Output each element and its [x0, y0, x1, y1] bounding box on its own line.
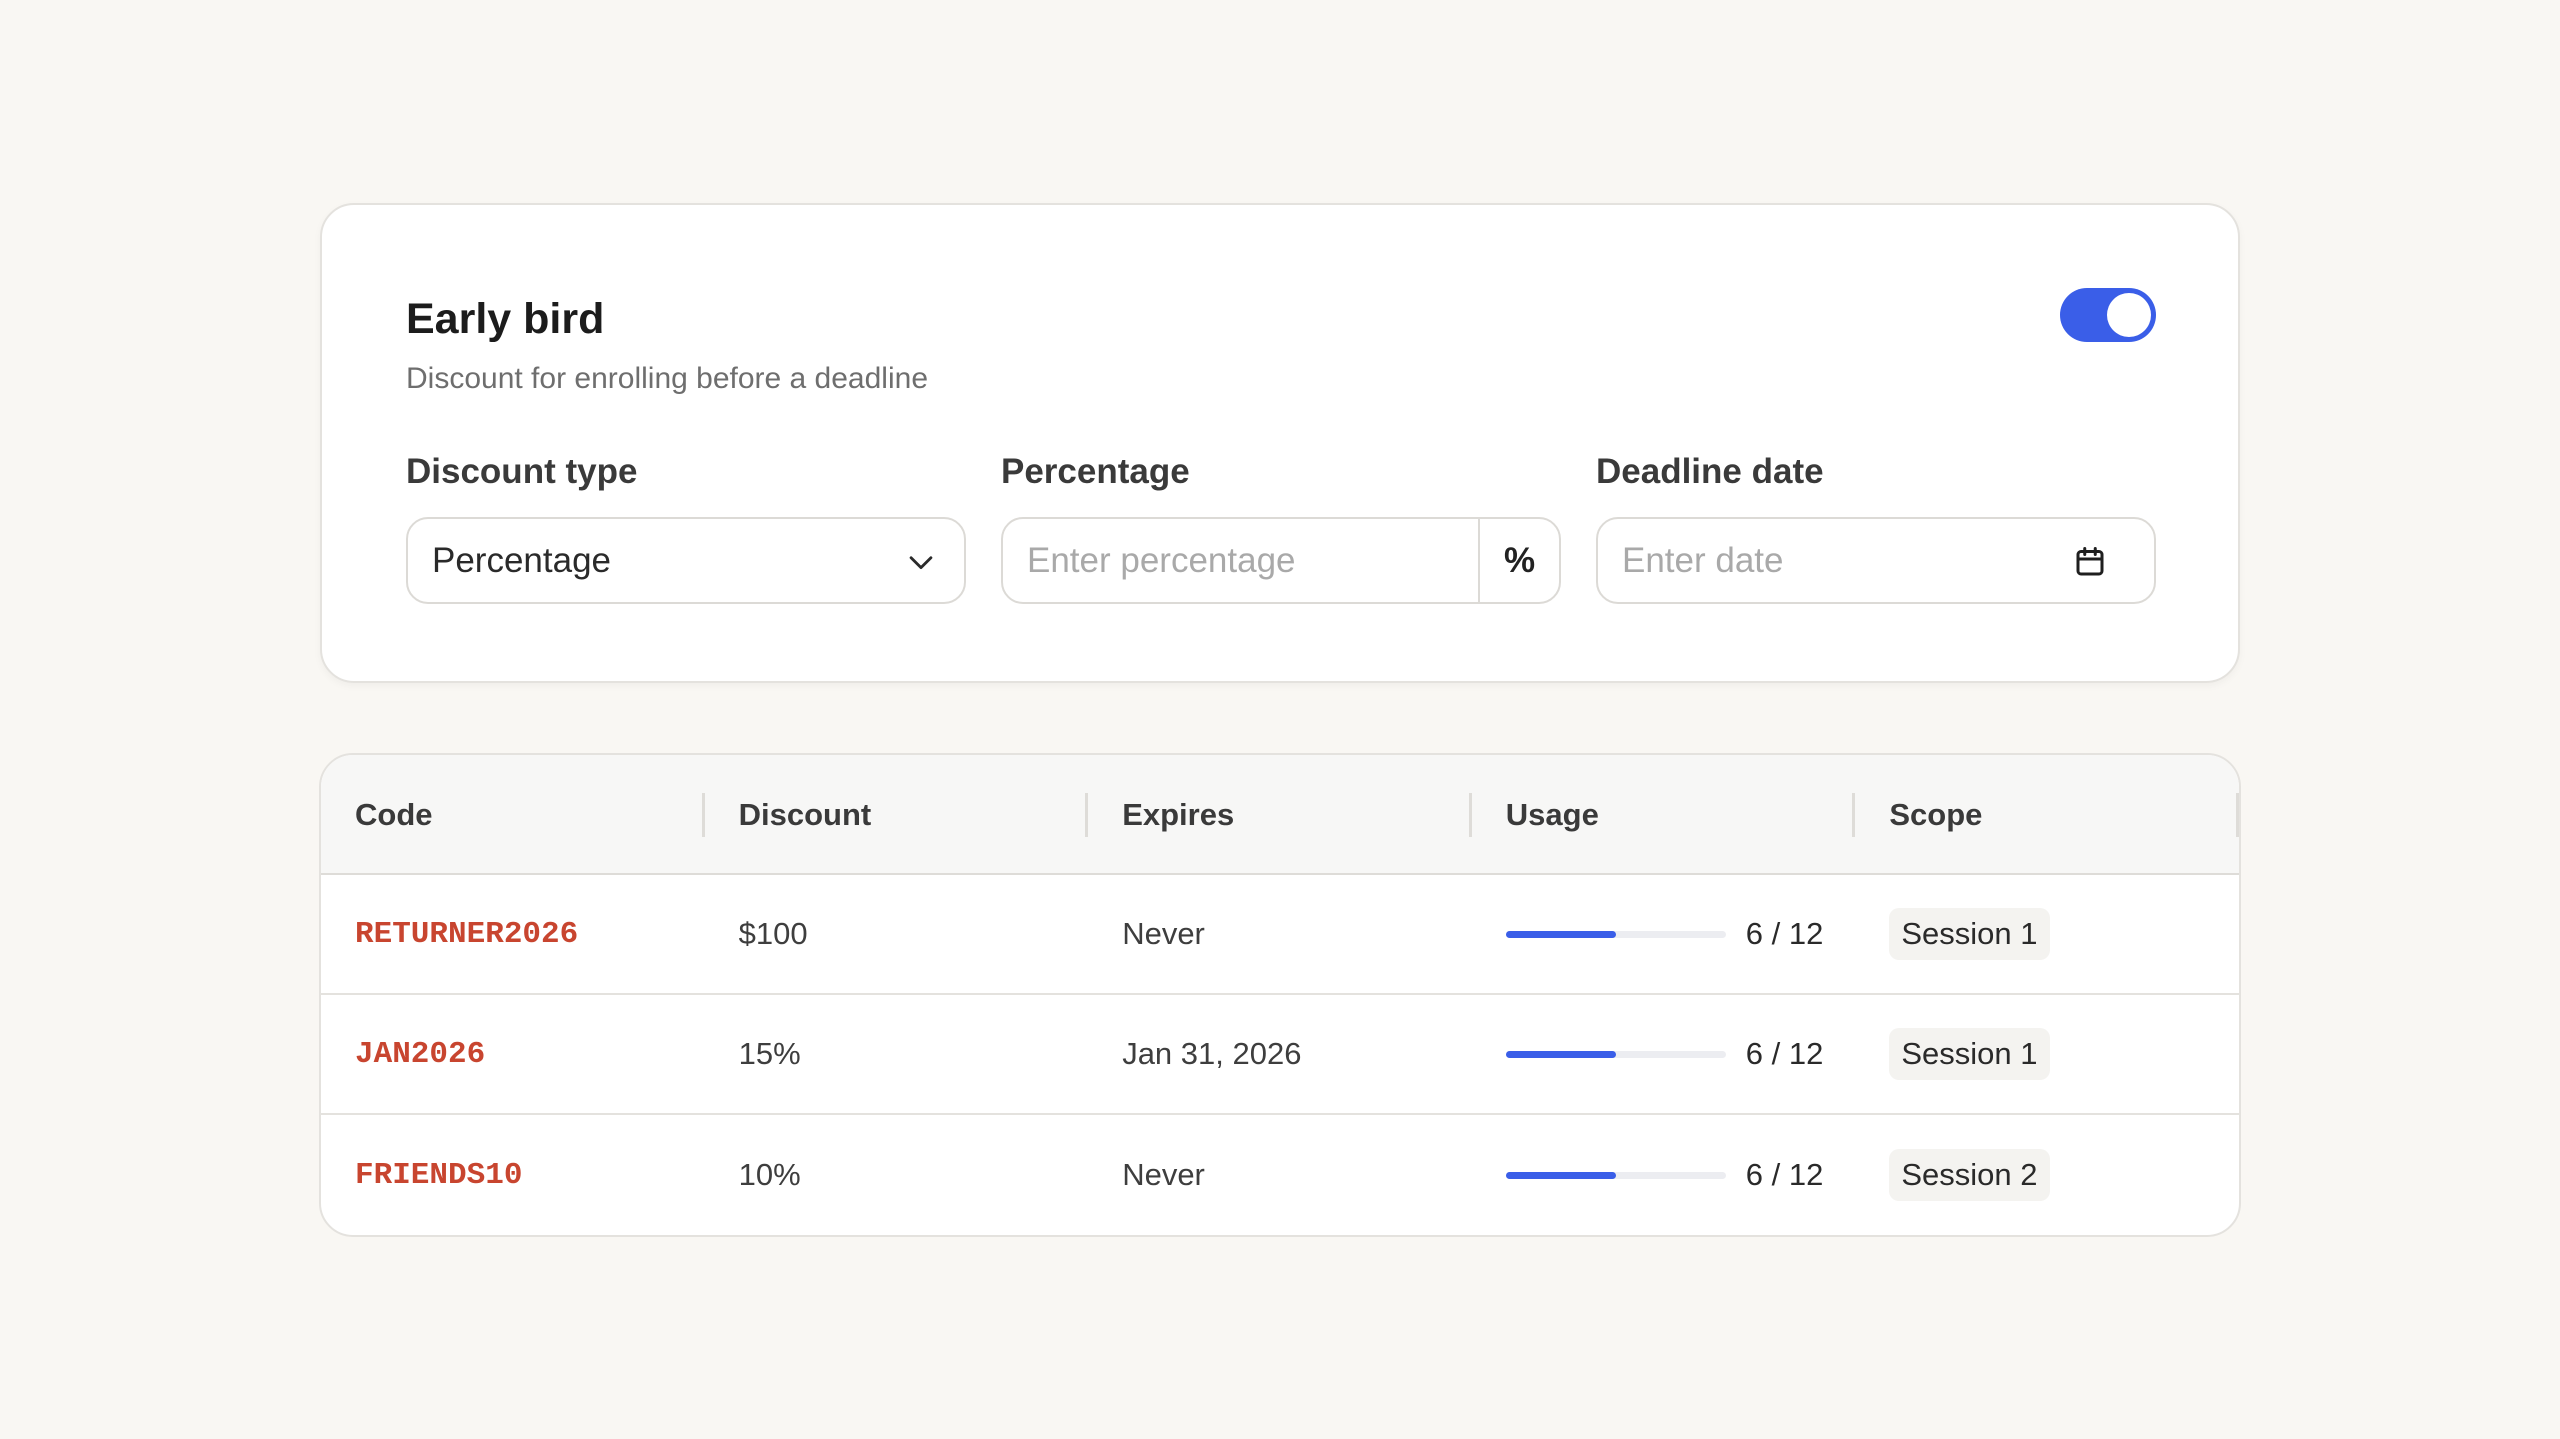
scope-badge: Session 1 — [1889, 1028, 2050, 1080]
table-row[interactable]: FRIENDS10 10% Never 6 / 12 Session 2 — [321, 1115, 2239, 1235]
expires-cell: Jan 31, 2026 — [1122, 1036, 1302, 1071]
usage-count: 6 / 12 — [1745, 1036, 1824, 1071]
discount-type-select[interactable]: Percentage — [406, 517, 966, 604]
column-header-usage[interactable]: Usage — [1472, 755, 1856, 875]
column-header-discount[interactable]: Discount — [705, 755, 1089, 875]
card-subtitle: Discount for enrolling before a deadline — [406, 362, 928, 395]
column-header-code[interactable]: Code — [321, 755, 705, 875]
table-row[interactable]: RETURNER2026 $100 Never 6 / 12 Session 1 — [321, 875, 2239, 995]
column-header-label: Code — [355, 797, 433, 832]
discount-codes-table: Code Discount Expires Usage Scope RETURN… — [319, 753, 2241, 1237]
code-cell: RETURNER2026 — [355, 916, 579, 952]
table-row[interactable]: JAN2026 15% Jan 31, 2026 6 / 12 Session … — [321, 995, 2239, 1115]
usage-progress-fill — [1505, 1050, 1616, 1058]
usage-progress-bar — [1505, 930, 1726, 938]
code-cell: JAN2026 — [355, 1036, 486, 1072]
scope-badge: Session 2 — [1889, 1149, 2050, 1201]
percentage-label: Percentage — [1001, 452, 1190, 491]
discount-cell: $100 — [738, 916, 808, 951]
usage-progress-bar — [1505, 1171, 1726, 1179]
deadline-date-box — [1596, 517, 2156, 604]
discount-cell: 10% — [738, 1157, 801, 1192]
chevron-down-icon — [909, 556, 933, 570]
column-header-label: Expires — [1122, 797, 1235, 832]
deadline-date-label: Deadline date — [1596, 452, 1824, 491]
percentage-input-group: % — [1001, 517, 1561, 604]
usage-count: 6 / 12 — [1745, 1157, 1824, 1192]
column-header-scope[interactable]: Scope — [1855, 755, 2239, 875]
column-header-label: Usage — [1505, 797, 1599, 832]
column-header-label: Scope — [1889, 797, 1983, 832]
table-header: Code Discount Expires Usage Scope — [321, 755, 2239, 875]
expires-cell: Never — [1122, 1157, 1205, 1192]
column-header-expires[interactable]: Expires — [1088, 755, 1472, 875]
percentage-field: Percentage % — [1001, 449, 1561, 604]
card-title: Early bird — [406, 295, 605, 343]
usage-progress-fill — [1505, 930, 1616, 938]
discount-type-field: Discount type Percentage — [406, 449, 966, 604]
usage-progress-fill — [1505, 1171, 1616, 1179]
toggle-knob — [2107, 293, 2151, 337]
discount-cell: 15% — [738, 1036, 801, 1071]
usage-count: 6 / 12 — [1745, 916, 1824, 951]
deadline-date-field: Deadline date — [1596, 449, 2156, 604]
column-divider — [2235, 793, 2239, 837]
percentage-input[interactable] — [1003, 519, 1478, 602]
discount-type-value: Percentage — [432, 540, 612, 580]
usage-progress-bar — [1505, 1050, 1726, 1058]
discount-type-label: Discount type — [406, 452, 638, 491]
code-cell: FRIENDS10 — [355, 1157, 523, 1193]
early-bird-card: Early bird Discount for enrolling before… — [320, 203, 2240, 683]
column-header-label: Discount — [738, 797, 872, 832]
scope-badge: Session 1 — [1889, 908, 2050, 960]
expires-cell: Never — [1122, 916, 1205, 951]
deadline-date-input[interactable] — [1598, 519, 2154, 602]
calendar-icon[interactable] — [2072, 544, 2108, 580]
early-bird-toggle[interactable] — [2060, 288, 2156, 342]
percent-suffix: % — [1478, 519, 1559, 602]
